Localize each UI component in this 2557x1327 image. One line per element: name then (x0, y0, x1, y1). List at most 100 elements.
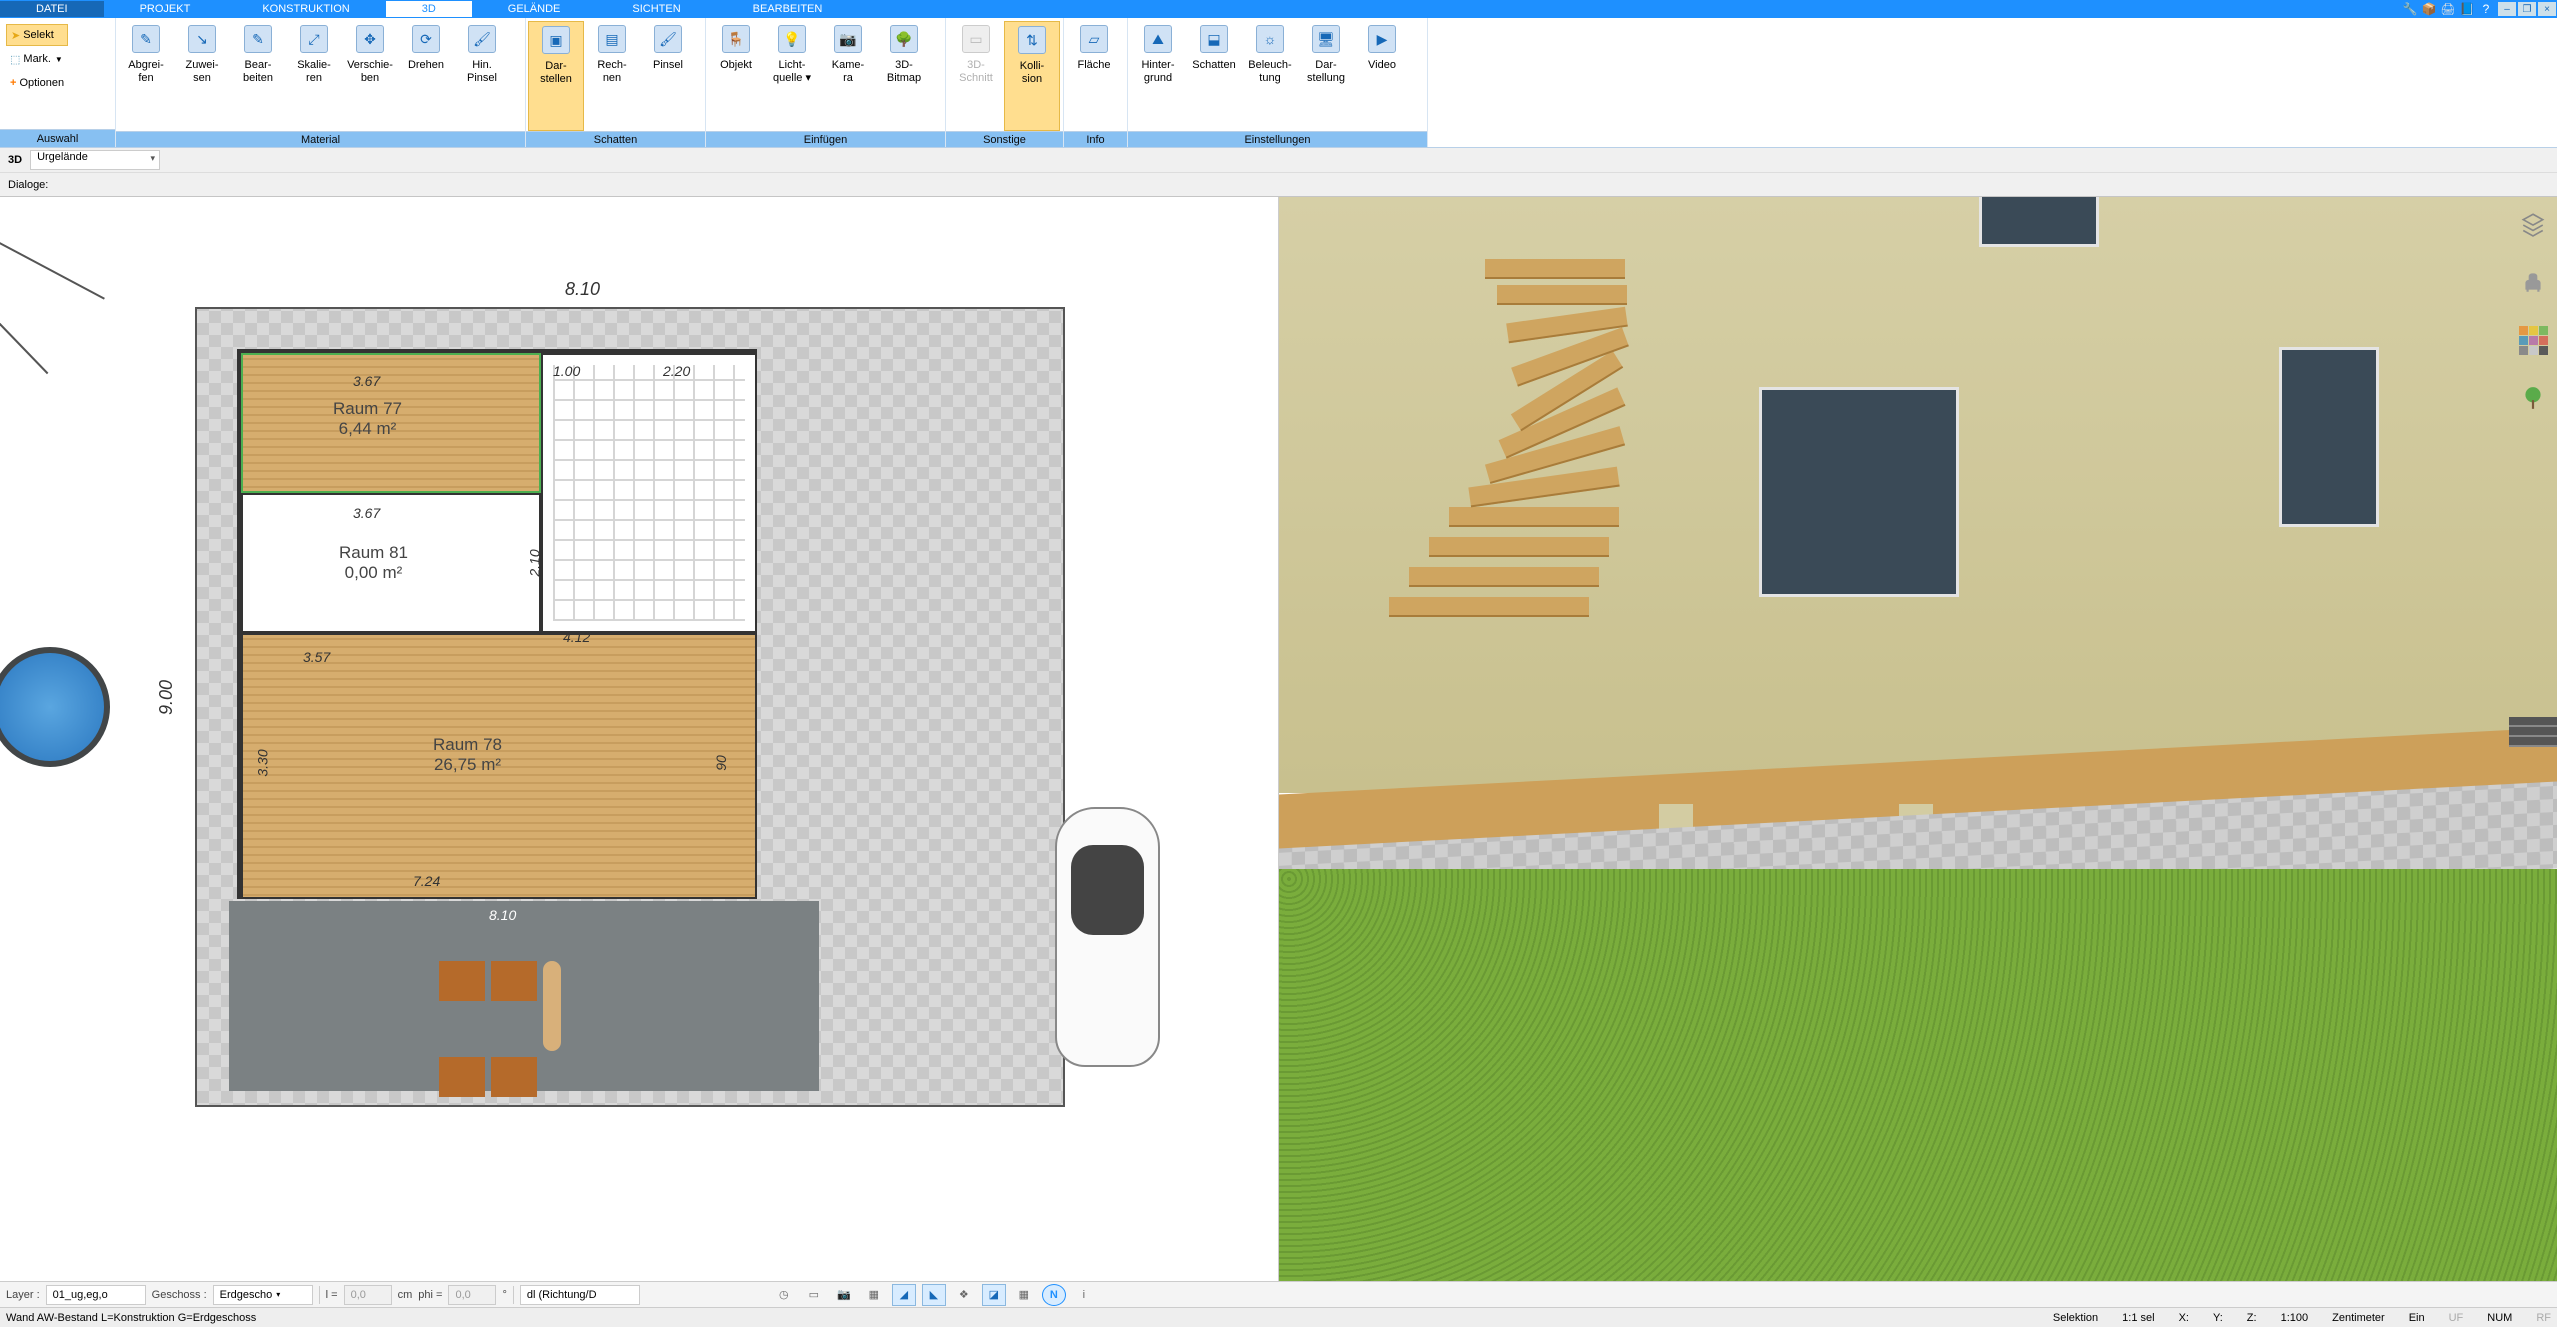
ribbon: ➤ Selekt ⬚ Mark. ▼ + Optionen Auswahl ✎A… (0, 18, 2557, 148)
menu-tab-projekt[interactable]: PROJEKT (104, 1, 227, 17)
cube-icon[interactable]: ◪ (982, 1284, 1006, 1306)
ribbon-einfuegen-2[interactable]: 📷Kame-ra (820, 21, 876, 131)
menu-strip: DATEI PROJEKT KONSTRUKTION 3D GELÄNDE SI… (0, 0, 2557, 18)
ribbon-item-label: Drehen (408, 59, 444, 72)
grass-3d (1279, 869, 2557, 1281)
status-sel-ratio: 1:1 sel (2122, 1312, 2154, 1324)
ribbon-item-label: Skalie-ren (297, 59, 331, 85)
menu-tab-gelaende[interactable]: GELÄNDE (472, 1, 597, 17)
guide-lines (0, 197, 100, 417)
▭-icon: ▭ (962, 25, 990, 53)
room-78[interactable]: 3.57 4.12 Raum 7826,75 m² 3.30 90 7.24 (241, 633, 757, 899)
length-label: l = (326, 1289, 338, 1301)
ribbon-einfuegen-1[interactable]: 💡Licht-quelle ▾ (764, 21, 820, 131)
optionen-label: Optionen (19, 77, 64, 89)
layer-label: Layer : (6, 1289, 40, 1301)
help-icon[interactable]: ? (2478, 1, 2494, 17)
book-icon[interactable]: 📘 (2459, 1, 2475, 17)
camera-icon[interactable]: 📷 (832, 1284, 856, 1306)
menu-tab-bearbeiten[interactable]: BEARBEITEN (717, 1, 859, 17)
ribbon-group-info: ▱Fläche Info (1064, 18, 1128, 147)
▤-icon: ▤ (598, 25, 626, 53)
ribbon-material-1[interactable]: ↘Zuwei-sen (174, 21, 230, 131)
ribbon-title-auswahl: Auswahl (0, 129, 115, 147)
ribbon-einfuegen-3[interactable]: 🌳3D-Bitmap (876, 21, 932, 131)
plane-a-icon[interactable]: ◢ (892, 1284, 916, 1306)
ribbon-einstellungen-1[interactable]: ⬓Schatten (1186, 21, 1242, 131)
north-icon[interactable]: N (1042, 1284, 1066, 1306)
selekt-button[interactable]: ➤ Selekt (6, 24, 68, 46)
ribbon-item-label: Licht-quelle ▾ (773, 59, 811, 85)
⬓-icon: ⬓ (1200, 25, 1228, 53)
window-minimize-button[interactable]: – (2498, 2, 2516, 16)
optionen-button[interactable]: + Optionen (6, 72, 68, 94)
ribbon-einstellungen-2[interactable]: ☼Beleuch-tung (1242, 21, 1298, 131)
ribbon-info-0[interactable]: ▱Fläche (1066, 21, 1122, 131)
view-grab-handle[interactable] (2509, 717, 2557, 747)
print-icon[interactable]: 🖨 (2440, 1, 2456, 17)
furniture-icon[interactable] (2518, 267, 2548, 297)
stairwell[interactable]: 1.00 2.20 (541, 353, 757, 633)
window-close-button[interactable]: × (2538, 2, 2556, 16)
tools-icon[interactable]: 🔧 (2402, 1, 2418, 17)
⤢-icon: ⤢ (300, 25, 328, 53)
status-bar: Wand AW-Bestand L=Konstruktion G=Erdgesc… (0, 1307, 2557, 1327)
ribbon-material-6[interactable]: 🖌 Hin.Pinsel (454, 21, 510, 131)
ribbon-schatten-0[interactable]: ▣Dar-stellen (528, 21, 584, 131)
ribbon-material-2[interactable]: ✎Bear-beiten (230, 21, 286, 131)
material-palette-icon[interactable] (2518, 325, 2548, 355)
length-input[interactable]: 0,0 (344, 1285, 392, 1305)
grid2-icon[interactable]: ▦ (1012, 1284, 1036, 1306)
plane-b-icon[interactable]: ◣ (922, 1284, 946, 1306)
package-icon[interactable]: 📦 (2421, 1, 2437, 17)
layers-icon[interactable] (2518, 209, 2548, 239)
geschoss-label: Geschoss : (152, 1289, 207, 1301)
context-bar: 3D Urgelände Dialoge: (0, 148, 2557, 197)
menu-tab-3d[interactable]: 3D (386, 1, 472, 17)
room78-label: Raum 7826,75 m² (433, 735, 502, 775)
ribbon-einstellungen-3[interactable]: 🖥Dar-stellung (1298, 21, 1354, 131)
menu-tab-sichten[interactable]: SICHTEN (596, 1, 716, 17)
viewport-3d[interactable] (1279, 197, 2557, 1281)
monitor-icon[interactable]: ▭ (802, 1284, 826, 1306)
info-icon[interactable]: i (1072, 1284, 1096, 1306)
ribbon-schatten-2[interactable]: 🖌Pinsel (640, 21, 696, 131)
direction-select[interactable]: dl (Richtung/D (520, 1285, 640, 1305)
grid-icon[interactable]: ▦ (862, 1284, 886, 1306)
ribbon-einstellungen-0[interactable]: ⛰Hinter-grund (1130, 21, 1186, 131)
ribbon-sonstige-1[interactable]: ⇅Kolli-sion (1004, 21, 1060, 131)
ribbon-item-label: Hin.Pinsel (467, 59, 497, 85)
layer-select[interactable]: 01_ug,eg,o (46, 1285, 146, 1305)
ribbon-group-schatten: ▣Dar-stellen▤Rech-nen🖌Pinsel Schatten (526, 18, 706, 147)
select-icon: ⬚ (10, 53, 20, 66)
ribbon-material-0[interactable]: ✎Abgrei-fen (118, 21, 174, 131)
ribbon-einfuegen-0[interactable]: 🪑Objekt (708, 21, 764, 131)
terrain-select[interactable]: Urgelände (30, 150, 160, 170)
ribbon-material-5[interactable]: ⟳Drehen (398, 21, 454, 131)
viewport-2d[interactable]: 8.10 9.00 3.67 Raum 776,44 m² 1.00 2.20 (0, 197, 1279, 1281)
dim-terrace-w: 8.10 (489, 907, 516, 923)
geschoss-select[interactable]: Erdgescho▾ (213, 1285, 313, 1305)
layers-toggle-icon[interactable]: ❖ (952, 1284, 976, 1306)
menu-tab-datei[interactable]: DATEI (0, 1, 104, 17)
ribbon-material-3[interactable]: ⤢ Skalie-ren (286, 21, 342, 131)
terrace[interactable]: 8.10 (229, 901, 819, 1091)
ribbon-item-label: Video (1368, 59, 1396, 72)
phi-input[interactable]: 0,0 (448, 1285, 496, 1305)
🖌-icon: 🖌 (654, 25, 682, 53)
ribbon-einstellungen-4[interactable]: ▶Video (1354, 21, 1410, 131)
🖌-icon: 🖌 (468, 25, 496, 53)
✎-icon: ✎ (132, 25, 160, 53)
ribbon-title-sonstige: Sonstige (946, 131, 1063, 147)
ribbon-material-4[interactable]: ✥Verschie-ben (342, 21, 398, 131)
window-restore-button[interactable]: ❐ (2518, 2, 2536, 16)
⇅-icon: ⇅ (1018, 26, 1046, 54)
room-81[interactable]: 3.67 Raum 810,00 m² 2.10 (241, 493, 541, 633)
room-77[interactable]: 3.67 Raum 776,44 m² (241, 353, 541, 493)
ribbon-item-label: 3D-Schnitt (959, 59, 993, 85)
ribbon-schatten-1[interactable]: ▤Rech-nen (584, 21, 640, 131)
mark-button[interactable]: ⬚ Mark. ▼ (6, 48, 68, 70)
menu-tab-konstruktion[interactable]: KONSTRUKTION (226, 1, 385, 17)
clock-icon[interactable]: ◷ (772, 1284, 796, 1306)
plant-icon[interactable] (2518, 383, 2548, 413)
